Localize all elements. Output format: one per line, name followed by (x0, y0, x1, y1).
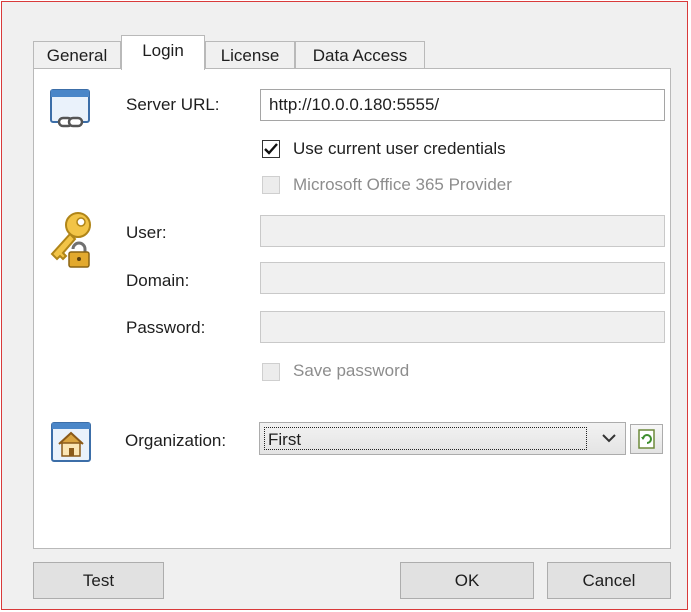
tab-login[interactable]: Login (121, 35, 205, 70)
office365-provider-checkbox[interactable] (262, 176, 280, 194)
password-text[interactable] (261, 312, 664, 342)
domain-text[interactable] (261, 263, 664, 293)
tab-license[interactable]: License (205, 41, 295, 69)
refresh-button[interactable] (630, 424, 663, 454)
organization-selected-value: First (264, 427, 587, 450)
organization-select[interactable]: First (259, 422, 626, 455)
tab-general[interactable]: General (33, 41, 121, 69)
test-button[interactable]: Test (33, 562, 164, 599)
server-url-input[interactable] (260, 89, 665, 121)
login-panel: Server URL: Use current user credentials… (33, 68, 671, 549)
save-password-label: Save password (293, 361, 410, 380)
use-current-credentials-label: Use current user credentials (293, 139, 506, 158)
domain-label: Domain: (126, 271, 190, 290)
tab-general-label: General (46, 46, 108, 65)
tab-license-label: License (220, 46, 280, 65)
use-current-credentials-checkbox[interactable] (262, 140, 280, 158)
server-url-label: Server URL: (126, 95, 220, 114)
refresh-icon (637, 429, 655, 449)
house-icon (51, 422, 91, 467)
tab-login-label: Login (142, 41, 184, 60)
cancel-button[interactable]: Cancel (547, 562, 671, 599)
password-input[interactable] (260, 311, 665, 343)
server-url-text[interactable] (261, 90, 664, 120)
user-label: User: (126, 223, 167, 242)
save-password-checkbox[interactable] (262, 363, 280, 381)
ok-button[interactable]: OK (400, 562, 534, 599)
office365-provider-label: Microsoft Office 365 Provider (293, 175, 512, 194)
domain-input[interactable] (260, 262, 665, 294)
password-label: Password: (126, 318, 206, 337)
server-link-icon (49, 88, 91, 137)
connection-dialog: General Login License Data Access Server… (1, 1, 688, 610)
tab-data-access[interactable]: Data Access (295, 41, 425, 69)
checkmark-icon (264, 143, 278, 155)
organization-label: Organization: (125, 431, 227, 450)
key-lock-icon (48, 209, 96, 274)
user-text[interactable] (261, 216, 664, 246)
chevron-down-icon (602, 434, 616, 443)
user-input[interactable] (260, 215, 665, 247)
tab-data-access-label: Data Access (312, 46, 408, 65)
